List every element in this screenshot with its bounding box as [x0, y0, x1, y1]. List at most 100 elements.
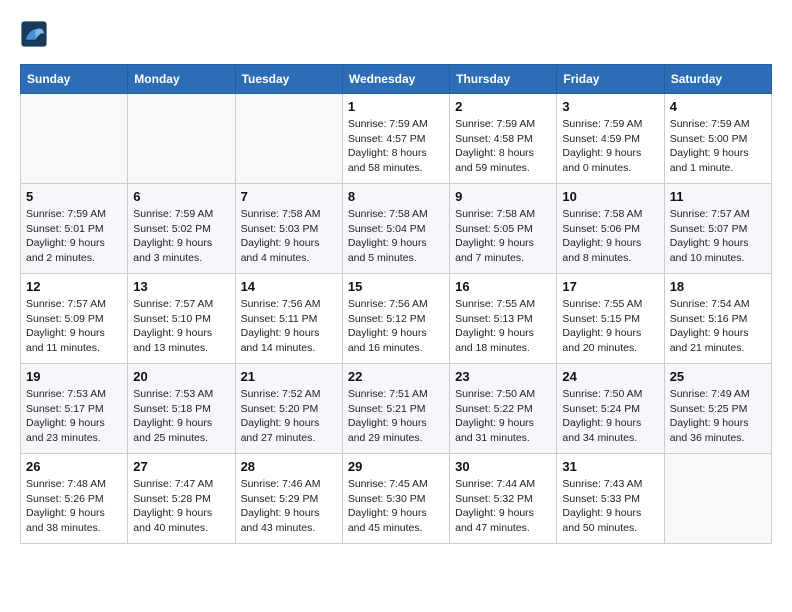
day-number: 1 [348, 99, 444, 114]
week-row-5: 26 Sunrise: 7:48 AM Sunset: 5:26 PM Dayli… [21, 454, 772, 544]
day-cell-18: 18 Sunrise: 7:54 AM Sunset: 5:16 PM Dayli… [664, 274, 771, 364]
day-cell-3: 3 Sunrise: 7:59 AM Sunset: 4:59 PM Daylig… [557, 94, 664, 184]
day-info: Sunrise: 7:52 AM Sunset: 5:20 PM Dayligh… [241, 387, 337, 446]
day-info: Sunrise: 7:57 AM Sunset: 5:07 PM Dayligh… [670, 207, 766, 266]
header-saturday: Saturday [664, 65, 771, 94]
day-number: 12 [26, 279, 122, 294]
day-number: 29 [348, 459, 444, 474]
day-cell-11: 11 Sunrise: 7:57 AM Sunset: 5:07 PM Dayli… [664, 184, 771, 274]
day-number: 22 [348, 369, 444, 384]
day-info: Sunrise: 7:43 AM Sunset: 5:33 PM Dayligh… [562, 477, 658, 536]
day-cell-29: 29Sunrise: 7:45 AM Sunset: 5:30 PM Dayli… [342, 454, 449, 544]
day-number: 4 [670, 99, 766, 114]
day-cell-23: 23Sunrise: 7:50 AM Sunset: 5:22 PM Dayli… [450, 364, 557, 454]
day-cell-8: 8Sunrise: 7:58 AM Sunset: 5:04 PM Daylig… [342, 184, 449, 274]
empty-cell [21, 94, 128, 184]
day-number: 7 [241, 189, 337, 204]
header-sunday: Sunday [21, 65, 128, 94]
day-info: Sunrise: 7:57 AM Sunset: 5:10 PM Dayligh… [133, 297, 229, 356]
day-info: Sunrise: 7:58 AM Sunset: 5:06 PM Dayligh… [562, 207, 658, 266]
day-info: Sunrise: 7:49 AM Sunset: 5:25 PM Dayligh… [670, 387, 766, 446]
day-number: 25 [670, 369, 766, 384]
day-info: Sunrise: 7:55 AM Sunset: 5:13 PM Dayligh… [455, 297, 551, 356]
day-info: Sunrise: 7:59 AM Sunset: 4:58 PM Dayligh… [455, 117, 551, 176]
calendar-table: SundayMondayTuesdayWednesdayThursdayFrid… [20, 64, 772, 544]
day-info: Sunrise: 7:56 AM Sunset: 5:11 PM Dayligh… [241, 297, 337, 356]
day-number: 31 [562, 459, 658, 474]
day-cell-31: 31 Sunrise: 7:43 AM Sunset: 5:33 PM Dayli… [557, 454, 664, 544]
day-info: Sunrise: 7:56 AM Sunset: 5:12 PM Dayligh… [348, 297, 444, 356]
day-cell-5: 5 Sunrise: 7:59 AM Sunset: 5:01 PM Daylig… [21, 184, 128, 274]
day-cell-24: 24Sunrise: 7:50 AM Sunset: 5:24 PM Dayli… [557, 364, 664, 454]
day-cell-1: 1 Sunrise: 7:59 AM Sunset: 4:57 PM Daylig… [342, 94, 449, 184]
day-number: 20 [133, 369, 229, 384]
day-number: 21 [241, 369, 337, 384]
empty-cell [235, 94, 342, 184]
day-info: Sunrise: 7:59 AM Sunset: 4:57 PM Dayligh… [348, 117, 444, 176]
day-cell-17: 17 Sunrise: 7:55 AM Sunset: 5:15 PM Dayli… [557, 274, 664, 364]
day-cell-6: 6 Sunrise: 7:59 AM Sunset: 5:02 PM Daylig… [128, 184, 235, 274]
day-cell-14: 14 Sunrise: 7:56 AM Sunset: 5:11 PM Dayli… [235, 274, 342, 364]
day-number: 28 [241, 459, 337, 474]
day-info: Sunrise: 7:59 AM Sunset: 4:59 PM Dayligh… [562, 117, 658, 176]
day-info: Sunrise: 7:58 AM Sunset: 5:04 PM Dayligh… [348, 207, 444, 266]
day-number: 10 [562, 189, 658, 204]
day-info: Sunrise: 7:50 AM Sunset: 5:22 PM Dayligh… [455, 387, 551, 446]
day-number: 17 [562, 279, 658, 294]
header-tuesday: Tuesday [235, 65, 342, 94]
day-info: Sunrise: 7:58 AM Sunset: 5:03 PM Dayligh… [241, 207, 337, 266]
calendar-header-row: SundayMondayTuesdayWednesdayThursdayFrid… [21, 65, 772, 94]
day-number: 30 [455, 459, 551, 474]
day-cell-22: 22Sunrise: 7:51 AM Sunset: 5:21 PM Dayli… [342, 364, 449, 454]
day-cell-2: 2Sunrise: 7:59 AM Sunset: 4:58 PM Daylig… [450, 94, 557, 184]
day-cell-30: 30 Sunrise: 7:44 AM Sunset: 5:32 PM Dayli… [450, 454, 557, 544]
day-info: Sunrise: 7:46 AM Sunset: 5:29 PM Dayligh… [241, 477, 337, 536]
day-cell-16: 16 Sunrise: 7:55 AM Sunset: 5:13 PM Dayli… [450, 274, 557, 364]
day-cell-13: 13 Sunrise: 7:57 AM Sunset: 5:10 PM Dayli… [128, 274, 235, 364]
day-cell-10: 10 Sunrise: 7:58 AM Sunset: 5:06 PM Dayli… [557, 184, 664, 274]
week-row-4: 19 Sunrise: 7:53 AM Sunset: 5:17 PM Dayli… [21, 364, 772, 454]
day-number: 18 [670, 279, 766, 294]
day-cell-21: 21 Sunrise: 7:52 AM Sunset: 5:20 PM Dayli… [235, 364, 342, 454]
day-number: 14 [241, 279, 337, 294]
day-cell-4: 4 Sunrise: 7:59 AM Sunset: 5:00 PM Daylig… [664, 94, 771, 184]
day-cell-9: 9Sunrise: 7:58 AM Sunset: 5:05 PM Daylig… [450, 184, 557, 274]
day-number: 9 [455, 189, 551, 204]
day-cell-25: 25 Sunrise: 7:49 AM Sunset: 5:25 PM Dayli… [664, 364, 771, 454]
day-cell-28: 28 Sunrise: 7:46 AM Sunset: 5:29 PM Dayli… [235, 454, 342, 544]
header-thursday: Thursday [450, 65, 557, 94]
day-info: Sunrise: 7:59 AM Sunset: 5:01 PM Dayligh… [26, 207, 122, 266]
day-info: Sunrise: 7:55 AM Sunset: 5:15 PM Dayligh… [562, 297, 658, 356]
logo-icon [20, 20, 48, 48]
day-cell-19: 19 Sunrise: 7:53 AM Sunset: 5:17 PM Dayli… [21, 364, 128, 454]
day-number: 3 [562, 99, 658, 114]
logo [20, 20, 52, 48]
day-number: 19 [26, 369, 122, 384]
day-info: Sunrise: 7:54 AM Sunset: 5:16 PM Dayligh… [670, 297, 766, 356]
day-cell-26: 26 Sunrise: 7:48 AM Sunset: 5:26 PM Dayli… [21, 454, 128, 544]
week-row-3: 12 Sunrise: 7:57 AM Sunset: 5:09 PM Dayli… [21, 274, 772, 364]
day-number: 26 [26, 459, 122, 474]
day-number: 6 [133, 189, 229, 204]
day-info: Sunrise: 7:59 AM Sunset: 5:00 PM Dayligh… [670, 117, 766, 176]
header-wednesday: Wednesday [342, 65, 449, 94]
empty-cell [128, 94, 235, 184]
day-number: 11 [670, 189, 766, 204]
day-number: 5 [26, 189, 122, 204]
day-info: Sunrise: 7:59 AM Sunset: 5:02 PM Dayligh… [133, 207, 229, 266]
header-friday: Friday [557, 65, 664, 94]
day-info: Sunrise: 7:53 AM Sunset: 5:17 PM Dayligh… [26, 387, 122, 446]
day-number: 16 [455, 279, 551, 294]
day-number: 24 [562, 369, 658, 384]
day-number: 27 [133, 459, 229, 474]
day-info: Sunrise: 7:44 AM Sunset: 5:32 PM Dayligh… [455, 477, 551, 536]
day-info: Sunrise: 7:57 AM Sunset: 5:09 PM Dayligh… [26, 297, 122, 356]
day-info: Sunrise: 7:53 AM Sunset: 5:18 PM Dayligh… [133, 387, 229, 446]
day-cell-12: 12 Sunrise: 7:57 AM Sunset: 5:09 PM Dayli… [21, 274, 128, 364]
day-number: 13 [133, 279, 229, 294]
day-cell-20: 20 Sunrise: 7:53 AM Sunset: 5:18 PM Dayli… [128, 364, 235, 454]
week-row-1: 1 Sunrise: 7:59 AM Sunset: 4:57 PM Daylig… [21, 94, 772, 184]
day-cell-15: 15Sunrise: 7:56 AM Sunset: 5:12 PM Dayli… [342, 274, 449, 364]
day-info: Sunrise: 7:48 AM Sunset: 5:26 PM Dayligh… [26, 477, 122, 536]
day-cell-7: 7 Sunrise: 7:58 AM Sunset: 5:03 PM Daylig… [235, 184, 342, 274]
